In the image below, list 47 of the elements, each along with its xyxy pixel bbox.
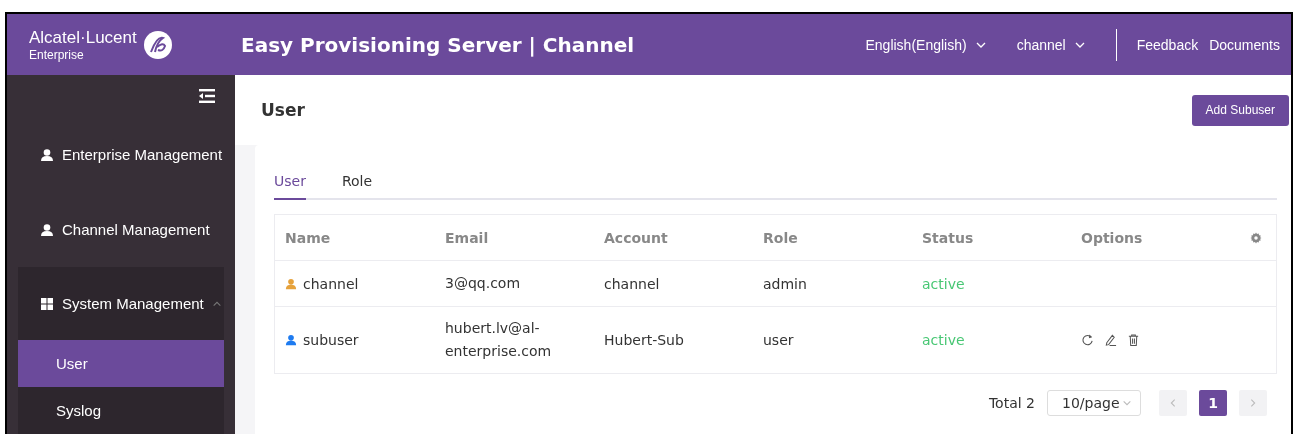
edit-icon[interactable] <box>1104 333 1117 347</box>
column-header: Email <box>444 229 490 246</box>
sidebar-item[interactable]: System Management <box>18 267 224 340</box>
logo-icon <box>142 29 173 60</box>
chevron-right-icon <box>1249 398 1257 408</box>
total-count: Total 2 <box>988 395 1035 411</box>
page-title: User <box>261 100 305 120</box>
brand-name: Alcatel·Lucent <box>29 27 137 48</box>
brand-subtitle: Enterprise <box>29 47 85 62</box>
table-cell-text: admin <box>762 275 808 292</box>
grid-icon <box>40 296 54 311</box>
table-cell-text: 3@qq.com <box>444 274 522 293</box>
table-cell-text: user <box>762 332 795 348</box>
table-cell-text: hubert.lv@al-enterprise.com <box>444 319 553 361</box>
tab[interactable]: Role <box>341 167 373 200</box>
settings-icon[interactable] <box>1250 231 1262 244</box>
language-dropdown[interactable]: English(English) <box>865 36 987 53</box>
submenu-item[interactable]: User <box>18 340 224 387</box>
app-title: Easy Provisioning Server | Channel <box>241 32 636 57</box>
table-cell: channel <box>303 275 359 292</box>
chevron-left-icon <box>1169 398 1177 408</box>
reset-icon[interactable] <box>1081 333 1094 347</box>
person-icon <box>40 222 54 237</box>
header-link[interactable]: Documents <box>1209 36 1280 53</box>
header-link[interactable]: Feedback <box>1136 36 1199 53</box>
page-button[interactable]: 1 <box>1199 390 1227 416</box>
table-cell-text: Hubert-Sub <box>603 332 685 348</box>
sidebar-item[interactable]: Channel Management <box>18 192 224 267</box>
delete-icon[interactable] <box>1127 333 1140 347</box>
page-size-select[interactable]: 10/page <box>1047 390 1141 416</box>
column-header: Name <box>284 229 332 246</box>
account-dropdown[interactable]: channel <box>1016 36 1086 53</box>
status-text: active <box>921 332 966 348</box>
column-header: Account <box>603 229 669 246</box>
menu-fold-icon[interactable] <box>199 89 215 103</box>
column-header: Role <box>762 229 799 246</box>
status-text: active <box>921 275 966 292</box>
person-icon <box>40 147 54 162</box>
column-header: Options <box>1080 229 1144 246</box>
tab[interactable]: User <box>274 167 306 200</box>
column-header: Status <box>921 229 975 246</box>
table-cell-text: channel <box>603 275 661 292</box>
submenu-item[interactable]: Syslog <box>18 387 224 434</box>
sidebar-item[interactable]: Enterprise Management <box>18 117 224 192</box>
chevron-down-icon <box>1122 398 1132 408</box>
add-subuser-button[interactable]: Add Subuser <box>1191 94 1289 126</box>
table-cell: subuser <box>303 332 359 348</box>
